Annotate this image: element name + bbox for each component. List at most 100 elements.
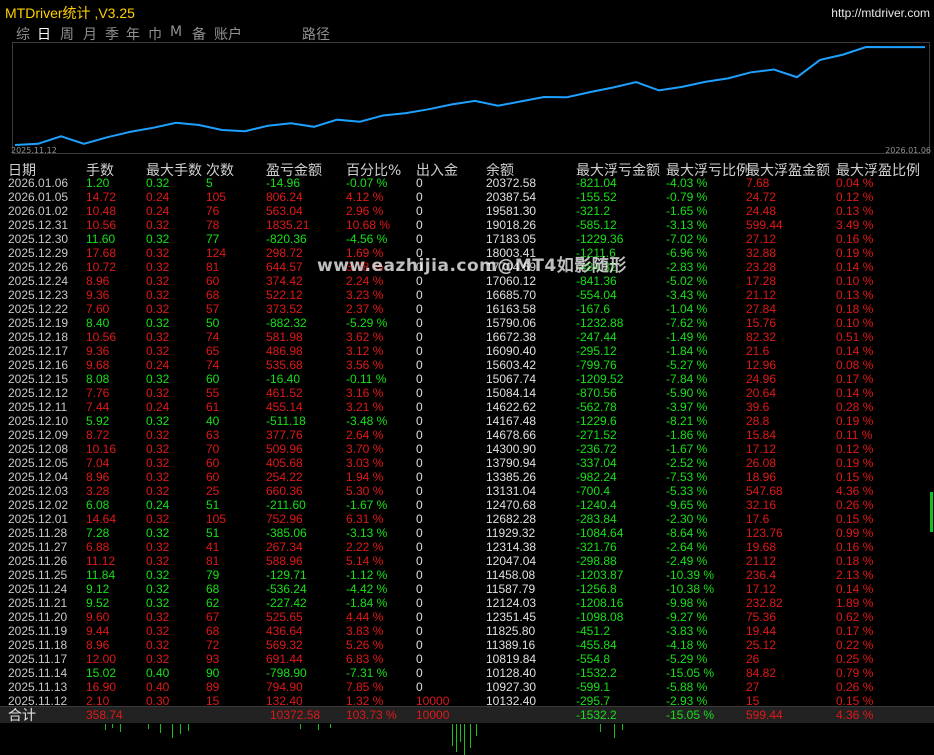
table-cell: 0.32: [146, 302, 170, 316]
table-cell: -1098.08: [576, 610, 624, 624]
table-cell: 0.40: [146, 666, 170, 680]
table-row: 2025.12.08 10.16 0.32 70 509.96 3.70 % 0 14300.…: [0, 442, 934, 456]
tab-weekly[interactable]: 周: [60, 24, 74, 44]
table-cell: 2025.11.27: [8, 540, 68, 554]
table-cell: 124: [206, 246, 227, 260]
tab-quarterly[interactable]: 季: [105, 24, 119, 44]
table-cell: 2025.11.13: [8, 680, 68, 694]
tab-path[interactable]: 路径: [302, 24, 330, 44]
chart-start-date: 2025.11.12: [11, 146, 57, 155]
table-row: 2025.12.22 7.60 0.32 57 373.52 2.37 % 0 16163.5…: [0, 302, 934, 316]
total-label: 合计: [8, 707, 36, 723]
table-cell: 50: [206, 316, 220, 330]
table-cell: -5.02 %: [666, 274, 708, 288]
table-cell: 25.12: [746, 638, 777, 652]
background-bar: [160, 724, 161, 733]
website-link[interactable]: http://mtdriver.com: [831, 6, 930, 20]
tab-yearly[interactable]: 年: [126, 24, 140, 44]
table-cell: 11587.79: [486, 582, 536, 596]
table-cell: 0.17 %: [836, 372, 874, 386]
table-cell: 15603.42: [486, 358, 537, 372]
table-cell: 32.16: [746, 498, 777, 512]
table-cell: 3.83 %: [346, 624, 384, 638]
table-cell: 0: [416, 596, 423, 610]
table-cell: -1203.87: [576, 568, 624, 582]
total-max-dd-pct: -15.05 %: [666, 708, 715, 722]
table-cell: -1084.64: [576, 526, 624, 540]
table-cell: 18.96: [746, 470, 777, 484]
table-cell: 2025.11.24: [8, 582, 68, 596]
tab-summary[interactable]: 综: [16, 24, 30, 44]
tab-notes[interactable]: 备: [192, 24, 206, 44]
table-cell: -1.49 %: [666, 330, 708, 344]
tab-daily[interactable]: 日: [37, 24, 51, 44]
table-cell: 105: [206, 190, 227, 204]
table-cell: 0: [416, 316, 423, 330]
table-cell: -5.27 %: [666, 358, 708, 372]
table-cell: -1.84 %: [346, 596, 388, 610]
table-cell: 0.28 %: [836, 400, 874, 414]
table-cell: 0.32: [146, 176, 170, 190]
table-row: 2025.11.17 12.00 0.32 93 691.44 6.83 % 0 10819.…: [0, 652, 934, 666]
table-cell: 11.84: [86, 568, 116, 582]
table-cell: -1229.36: [576, 232, 624, 246]
table-cell: 2026.01.06: [8, 176, 69, 190]
table-cell: 3.56 %: [346, 358, 384, 372]
table-cell: 1.89 %: [836, 596, 874, 610]
table-cell: 0.32: [146, 344, 170, 358]
table-cell: 79: [206, 568, 220, 582]
background-bar: [464, 724, 465, 755]
table-row: 2025.12.31 10.56 0.32 78 1835.21 10.68 % 0 1901…: [0, 218, 934, 232]
table-cell: 0.24: [146, 190, 170, 204]
tab-magic[interactable]: M: [170, 24, 182, 40]
table-row: 2025.11.25 11.84 0.32 79 -129.71 -1.12 % 0 1145…: [0, 568, 934, 582]
table-row: 2025.11.28 7.28 0.32 51 -385.06 -3.13 % 0 11929…: [0, 526, 934, 540]
table-cell: 2025.12.26: [8, 260, 69, 274]
table-cell: 14167.48: [486, 414, 537, 428]
background-bar: [470, 724, 471, 748]
table-row: 2025.12.16 9.68 0.24 74 535.68 3.56 % 0 15603.4…: [0, 358, 934, 372]
table-row: 2025.12.18 10.56 0.32 74 581.98 3.62 % 0 16672.…: [0, 330, 934, 344]
table-cell: -511.18: [266, 414, 306, 428]
table-cell: 254.22: [266, 470, 303, 484]
table-cell: 436.64: [266, 624, 303, 638]
table-cell: 2025.12.09: [8, 428, 69, 442]
table-cell: 27.12: [746, 232, 777, 246]
table-cell: 24.72: [746, 190, 777, 204]
table-cell: 12314.38: [486, 540, 537, 554]
table-cell: -321.2: [576, 204, 611, 218]
table-cell: 0.12 %: [836, 190, 874, 204]
background-bar: [476, 724, 477, 736]
table-cell: 660.36: [266, 484, 303, 498]
tab-monthly[interactable]: 月: [83, 24, 97, 44]
table-cell: 93: [206, 652, 220, 666]
table-cell: -0.11 %: [346, 372, 387, 386]
table-cell: 60: [206, 372, 220, 386]
table-cell: 0: [416, 512, 423, 526]
table-cell: 11.12: [86, 554, 116, 568]
table-cell: 7.68: [746, 176, 770, 190]
table-cell: 72: [206, 638, 220, 652]
table-cell: -982.24: [576, 470, 617, 484]
table-cell: 0.32: [146, 652, 170, 666]
table-cell: 2025.12.16: [8, 358, 69, 372]
table-cell: 20387.54: [486, 190, 537, 204]
table-cell: 0.32: [146, 232, 170, 246]
table-cell: -7.53 %: [666, 470, 708, 484]
table-cell: -9.65 %: [666, 498, 708, 512]
table-row: 2026.01.02 10.48 0.24 76 563.04 2.96 % 0 19581.…: [0, 204, 934, 218]
table-cell: -2.64 %: [666, 540, 708, 554]
table-cell: -585.12: [576, 218, 617, 232]
table-row: 2025.12.19 8.40 0.32 50 -882.32 -5.29 % 0 15790…: [0, 316, 934, 330]
table-cell: 0: [416, 414, 423, 428]
table-cell: 752.96: [266, 512, 303, 526]
tab-symbol[interactable]: 巾: [148, 24, 162, 44]
table-cell: 8.72: [86, 428, 110, 442]
tab-account[interactable]: 账户: [214, 24, 242, 44]
table-cell: 17.12: [746, 582, 777, 596]
table-cell: 105: [206, 512, 227, 526]
table-cell: 17.68: [86, 246, 117, 260]
table-cell: 2026.01.02: [8, 204, 69, 218]
table-cell: 0.19 %: [836, 456, 874, 470]
table-cell: 15084.14: [486, 386, 537, 400]
